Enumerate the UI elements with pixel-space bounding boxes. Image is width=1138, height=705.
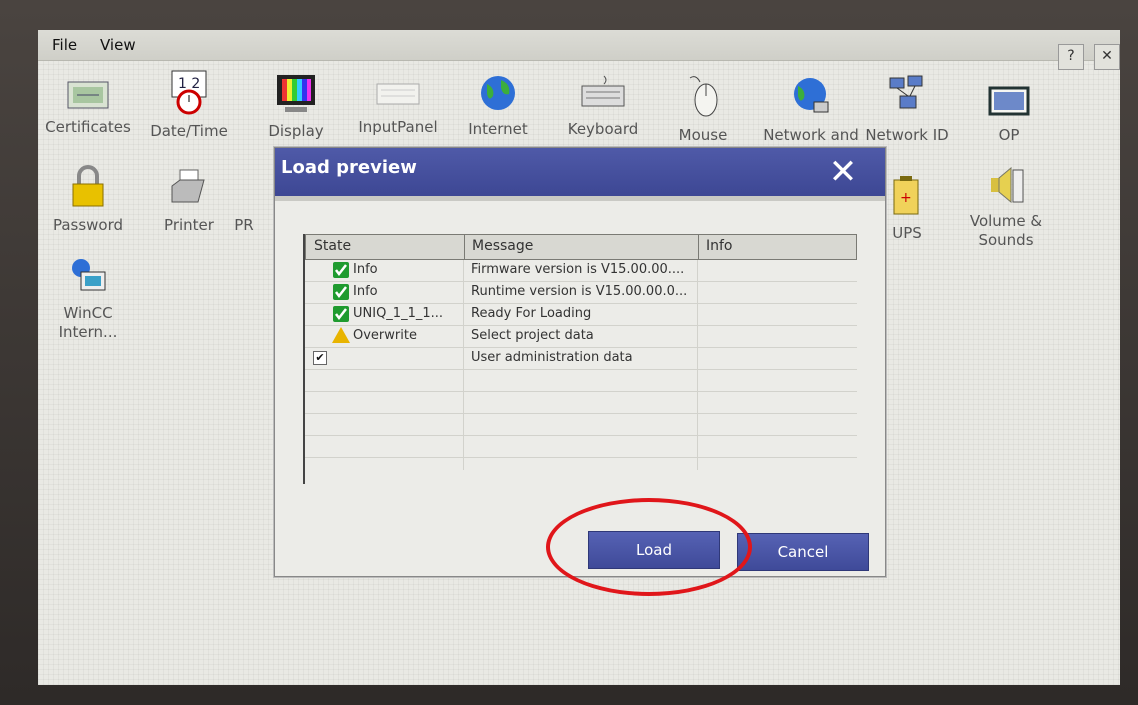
table-row[interactable]: Info Firmware version is V15.00.00....: [305, 260, 857, 282]
wincc-globe-icon: [72, 259, 106, 291]
check-icon: [333, 262, 349, 278]
column-header-message[interactable]: Message: [472, 238, 533, 254]
svg-text:+: +: [900, 190, 912, 206]
mouse-icon: [689, 76, 718, 117]
grid-header: State Message Info: [305, 234, 857, 260]
keyboard-panel-icon: [376, 83, 420, 105]
column-divider: [698, 235, 699, 259]
empty-row: [305, 392, 857, 414]
row-state: Overwrite: [353, 328, 417, 343]
row-state: Info: [353, 262, 378, 277]
row-message: Ready For Loading: [471, 306, 592, 321]
icon-label: PR: [234, 216, 254, 234]
red-highlight-circle: [546, 498, 752, 596]
dialog-close-icon[interactable]: ✕: [821, 152, 865, 196]
icon-label: Date/Time: [150, 122, 228, 140]
op-monitor-icon: [988, 86, 1030, 116]
row-message: Select project data: [471, 328, 594, 343]
icon-password[interactable]: Password: [38, 164, 143, 235]
icon-label: InputPanel: [358, 118, 438, 136]
row-message: Runtime version is V15.00.00.0...: [471, 284, 688, 299]
icon-internet[interactable]: Internet: [443, 72, 553, 139]
table-row[interactable]: UNIQ_1_1_1... Ready For Loading: [305, 304, 857, 326]
icon-keyboard[interactable]: Keyboard: [548, 74, 658, 139]
row-state: Info: [353, 284, 378, 299]
icon-label: WinCC Intern...: [58, 304, 118, 341]
icon-network-and[interactable]: Network and: [756, 72, 866, 145]
printer-icon: [171, 169, 205, 203]
empty-row: [305, 370, 857, 392]
icon-label: OP: [998, 126, 1020, 144]
icon-volume-sounds[interactable]: Volume & Sounds: [951, 164, 1061, 250]
icon-label: Volume & Sounds: [969, 212, 1043, 249]
table-row[interactable]: ✔ User administration data: [305, 348, 857, 370]
icon-display[interactable]: Display: [241, 72, 351, 141]
title-separator: [275, 196, 885, 201]
cancel-button[interactable]: Cancel: [737, 533, 869, 571]
certificate-icon: [67, 81, 109, 109]
row-message: User administration data: [471, 350, 633, 365]
icon-label: Display: [268, 122, 324, 140]
empty-row: [305, 414, 857, 436]
row-message: Firmware version is V15.00.00....: [471, 262, 685, 277]
dialog-title: Load preview: [281, 157, 417, 178]
overwrite-checkbox[interactable]: ✔: [313, 351, 327, 365]
icon-mouse[interactable]: Mouse: [648, 72, 758, 145]
column-divider: [464, 235, 465, 259]
icon-wincc[interactable]: WinCC Intern...: [38, 254, 143, 342]
icon-op[interactable]: OP: [954, 82, 1064, 145]
monitor-color-icon: [277, 75, 315, 112]
icon-label: Network ID: [865, 126, 949, 144]
column-header-state[interactable]: State: [314, 238, 351, 254]
ups-battery-icon: +: [893, 176, 919, 215]
column-header-info[interactable]: Info: [706, 238, 733, 254]
icon-inputpanel[interactable]: InputPanel: [343, 74, 453, 137]
check-icon: [333, 306, 349, 322]
icon-label: Internet: [468, 120, 528, 138]
keyboard-icon: [581, 75, 625, 107]
network-id-icon: [889, 75, 923, 109]
help-question-icon[interactable]: ?: [1058, 44, 1084, 70]
warning-icon: [332, 327, 350, 343]
icon-datetime[interactable]: 1 2 Date/Time: [134, 68, 244, 141]
empty-row: [305, 436, 857, 458]
check-icon: [333, 284, 349, 300]
close-icon[interactable]: ✕: [1094, 44, 1120, 70]
icon-certificates[interactable]: Certificates: [38, 74, 143, 137]
load-preview-grid: State Message Info Info Firmware version…: [303, 234, 857, 484]
row-state: UNIQ_1_1_1...: [353, 306, 444, 321]
speaker-icon: [991, 166, 1024, 204]
dialog-title-bar: Load preview ✕: [275, 148, 885, 196]
calendar-clock-icon: 1 2: [171, 70, 207, 115]
hmi-screen: File View ? ✕ Certificates 1 2 Date/Time…: [38, 30, 1120, 685]
table-row[interactable]: Overwrite Select project data: [305, 326, 857, 348]
globe-icon: [481, 76, 515, 110]
menu-view[interactable]: View: [100, 36, 136, 54]
icon-label: Network and: [763, 126, 859, 144]
icon-label: Certificates: [45, 118, 131, 136]
icon-label: Keyboard: [567, 120, 639, 138]
icon-label: Mouse: [678, 126, 728, 144]
table-row[interactable]: Info Runtime version is V15.00.00.0...: [305, 282, 857, 304]
icon-network-id[interactable]: Network ID: [852, 72, 962, 145]
icon-pr[interactable]: PR: [224, 210, 264, 235]
network-globe-icon: [794, 78, 829, 113]
icon-label: Password: [52, 216, 124, 234]
menubar: File View ? ✕: [38, 30, 1120, 70]
lock-keys-icon: [72, 165, 104, 207]
menu-file[interactable]: File: [52, 36, 77, 54]
